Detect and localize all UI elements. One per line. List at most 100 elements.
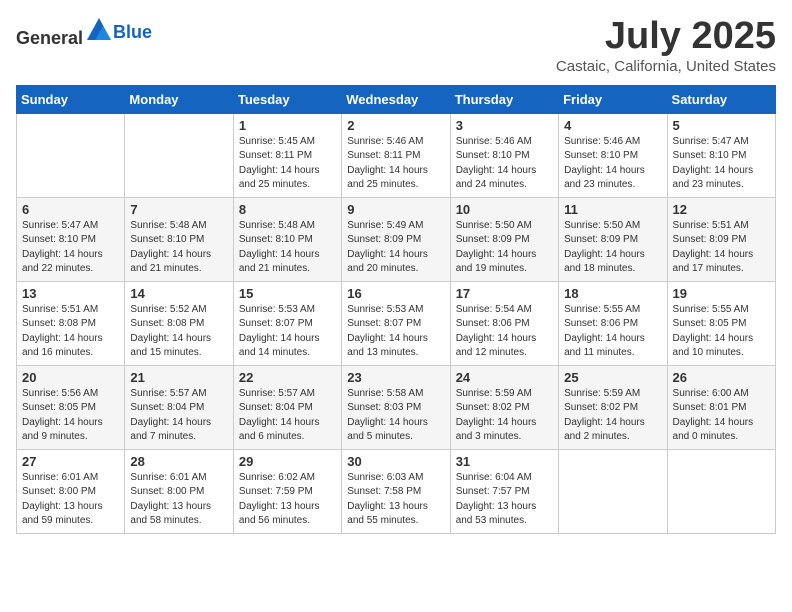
day-info: Sunset: 8:01 PM — [673, 401, 770, 416]
calendar-cell: 29Sunrise: 6:02 AMSunset: 7:59 PMDayligh… — [233, 449, 341, 533]
main-title: July 2025 — [556, 16, 776, 58]
calendar-cell — [125, 113, 233, 197]
weekday-header: Friday — [559, 85, 667, 113]
day-info: Daylight: 14 hours and 5 minutes. — [347, 416, 444, 445]
day-info: Daylight: 14 hours and 18 minutes. — [564, 248, 661, 277]
day-info: Daylight: 13 hours and 55 minutes. — [347, 500, 444, 529]
day-info: Daylight: 13 hours and 53 minutes. — [456, 500, 553, 529]
day-info: Sunrise: 6:02 AM — [239, 471, 336, 486]
calendar-week-row: 27Sunrise: 6:01 AMSunset: 8:00 PMDayligh… — [17, 449, 776, 533]
day-info: Daylight: 14 hours and 19 minutes. — [456, 248, 553, 277]
calendar-cell: 5 Sunrise: 5:47 AMSunset: 8:10 PMDaylight… — [667, 113, 775, 197]
day-number: 16 — [347, 286, 444, 301]
day-number: 7 — [130, 202, 227, 217]
calendar-cell: 20Sunrise: 5:56 AMSunset: 8:05 PMDayligh… — [17, 365, 125, 449]
day-number: 1 — [239, 118, 336, 133]
calendar-cell: 17Sunrise: 5:54 AMSunset: 8:06 PMDayligh… — [450, 281, 558, 365]
day-info: Sunset: 8:11 PM — [347, 149, 444, 164]
day-info: Sunset: 8:08 PM — [22, 317, 119, 332]
day-info: Daylight: 14 hours and 0 minutes. — [673, 416, 770, 445]
weekday-header: Tuesday — [233, 85, 341, 113]
day-info: Daylight: 14 hours and 6 minutes. — [239, 416, 336, 445]
day-info: Sunset: 8:03 PM — [347, 401, 444, 416]
day-info: Sunset: 8:09 PM — [347, 233, 444, 248]
day-number: 24 — [456, 370, 553, 385]
day-number: 22 — [239, 370, 336, 385]
day-info: Sunrise: 5:48 AM — [239, 219, 336, 234]
day-number: 2 — [347, 118, 444, 133]
page-header: General Blue July 2025 Castaic, Californ… — [16, 16, 776, 75]
day-info: Daylight: 14 hours and 11 minutes. — [564, 332, 661, 361]
calendar-cell: 14Sunrise: 5:52 AMSunset: 8:08 PMDayligh… — [125, 281, 233, 365]
day-info: Sunset: 8:10 PM — [564, 149, 661, 164]
day-info: Sunrise: 5:45 AM — [239, 135, 336, 150]
calendar-cell: 31 Sunrise: 6:04 AMSunset: 7:57 PMDayligh… — [450, 449, 558, 533]
day-info: Sunrise: 5:57 AM — [239, 387, 336, 402]
day-info: Sunrise: 5:50 AM — [456, 219, 553, 234]
calendar-cell: 13Sunrise: 5:51 AMSunset: 8:08 PMDayligh… — [17, 281, 125, 365]
day-info: Daylight: 13 hours and 58 minutes. — [130, 500, 227, 529]
day-number: 11 — [564, 202, 661, 217]
day-info: Sunset: 8:02 PM — [456, 401, 553, 416]
calendar-cell: 15Sunrise: 5:53 AMSunset: 8:07 PMDayligh… — [233, 281, 341, 365]
day-info: Daylight: 14 hours and 17 minutes. — [673, 248, 770, 277]
calendar-cell: 18Sunrise: 5:55 AMSunset: 8:06 PMDayligh… — [559, 281, 667, 365]
calendar-header-row: SundayMondayTuesdayWednesdayThursdayFrid… — [17, 85, 776, 113]
day-info: Sunrise: 5:51 AM — [22, 303, 119, 318]
subtitle: Castaic, California, United States — [556, 58, 776, 75]
day-info: Daylight: 14 hours and 23 minutes. — [673, 164, 770, 193]
day-info: Sunrise: 5:56 AM — [22, 387, 119, 402]
day-number: 5 — [673, 118, 770, 133]
day-info: Sunrise: 5:47 AM — [673, 135, 770, 150]
day-number: 19 — [673, 286, 770, 301]
day-info: Sunset: 8:10 PM — [673, 149, 770, 164]
day-info: Sunset: 7:57 PM — [456, 485, 553, 500]
weekday-header: Saturday — [667, 85, 775, 113]
calendar-cell: 21Sunrise: 5:57 AMSunset: 8:04 PMDayligh… — [125, 365, 233, 449]
logo-general: General — [16, 28, 83, 48]
day-info: Daylight: 14 hours and 2 minutes. — [564, 416, 661, 445]
day-number: 3 — [456, 118, 553, 133]
day-info: Sunrise: 5:55 AM — [564, 303, 661, 318]
day-number: 13 — [22, 286, 119, 301]
day-info: Daylight: 14 hours and 24 minutes. — [456, 164, 553, 193]
day-info: Daylight: 14 hours and 25 minutes. — [347, 164, 444, 193]
day-info: Sunrise: 5:52 AM — [130, 303, 227, 318]
day-info: Sunrise: 5:46 AM — [456, 135, 553, 150]
day-info: Sunrise: 5:59 AM — [564, 387, 661, 402]
day-number: 29 — [239, 454, 336, 469]
logo: General Blue — [16, 16, 152, 49]
calendar-cell: 7Sunrise: 5:48 AMSunset: 8:10 PMDaylight… — [125, 197, 233, 281]
calendar-cell: 10Sunrise: 5:50 AMSunset: 8:09 PMDayligh… — [450, 197, 558, 281]
day-info: Sunrise: 6:01 AM — [130, 471, 227, 486]
day-info: Daylight: 14 hours and 7 minutes. — [130, 416, 227, 445]
day-info: Sunset: 8:04 PM — [130, 401, 227, 416]
day-number: 18 — [564, 286, 661, 301]
day-info: Sunrise: 6:04 AM — [456, 471, 553, 486]
day-number: 31 — [456, 454, 553, 469]
day-number: 12 — [673, 202, 770, 217]
calendar-cell: 11Sunrise: 5:50 AMSunset: 8:09 PMDayligh… — [559, 197, 667, 281]
day-info: Daylight: 14 hours and 15 minutes. — [130, 332, 227, 361]
day-number: 25 — [564, 370, 661, 385]
day-info: Sunrise: 5:59 AM — [456, 387, 553, 402]
day-info: Daylight: 14 hours and 20 minutes. — [347, 248, 444, 277]
day-info: Sunset: 8:07 PM — [239, 317, 336, 332]
day-info: Daylight: 14 hours and 23 minutes. — [564, 164, 661, 193]
day-info: Sunset: 8:10 PM — [239, 233, 336, 248]
day-number: 4 — [564, 118, 661, 133]
day-info: Daylight: 14 hours and 13 minutes. — [347, 332, 444, 361]
calendar-week-row: 1Sunrise: 5:45 AMSunset: 8:11 PMDaylight… — [17, 113, 776, 197]
day-info: Daylight: 14 hours and 12 minutes. — [456, 332, 553, 361]
calendar-cell: 22 Sunrise: 5:57 AMSunset: 8:04 PMDayligh… — [233, 365, 341, 449]
day-info: Sunset: 8:02 PM — [564, 401, 661, 416]
day-info: Sunset: 8:04 PM — [239, 401, 336, 416]
day-info: Sunrise: 6:03 AM — [347, 471, 444, 486]
day-info: Sunset: 8:00 PM — [130, 485, 227, 500]
day-info: Daylight: 14 hours and 25 minutes. — [239, 164, 336, 193]
day-number: 6 — [22, 202, 119, 217]
calendar-cell: 27Sunrise: 6:01 AMSunset: 8:00 PMDayligh… — [17, 449, 125, 533]
logo-icon — [85, 16, 113, 44]
weekday-header: Thursday — [450, 85, 558, 113]
calendar-cell: 30Sunrise: 6:03 AMSunset: 7:58 PMDayligh… — [342, 449, 450, 533]
